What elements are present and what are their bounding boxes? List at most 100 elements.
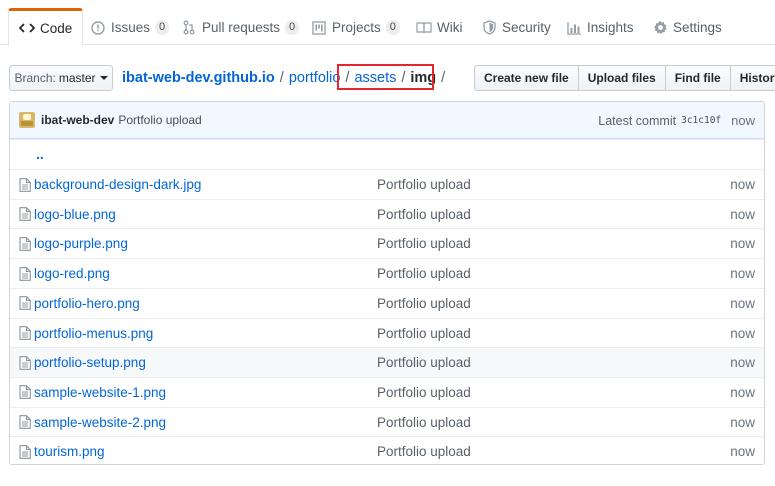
file-age: now bbox=[730, 384, 755, 400]
file-name-link[interactable]: portfolio-setup.png bbox=[34, 355, 146, 370]
breadcrumb: ibat-web-dev.github.io / portfolio / ass… bbox=[122, 68, 450, 88]
graph-icon bbox=[566, 20, 582, 36]
table-row[interactable]: logo-red.png Portfolio upload now bbox=[10, 258, 764, 288]
issue-icon bbox=[90, 20, 106, 36]
table-row[interactable]: sample-website-1.png Portfolio upload no… bbox=[10, 376, 764, 407]
table-row[interactable]: background-design-dark.jpg Portfolio upl… bbox=[10, 169, 764, 199]
table-row[interactable]: portfolio-hero.png Portfolio upload now bbox=[10, 287, 764, 318]
breadcrumb-assets[interactable]: assets bbox=[354, 70, 396, 86]
file-age: now bbox=[730, 355, 755, 371]
file-commit-message[interactable]: Portfolio upload bbox=[377, 266, 471, 281]
table-row[interactable]: portfolio-menus.png Portfolio upload now bbox=[10, 317, 764, 348]
file-icon bbox=[19, 415, 31, 429]
file-commit-message[interactable]: Portfolio upload bbox=[377, 355, 471, 370]
file-name-link[interactable]: portfolio-menus.png bbox=[34, 326, 153, 341]
file-name-link[interactable]: sample-website-1.png bbox=[34, 385, 166, 400]
file-age: now bbox=[730, 414, 755, 430]
repo-tab-bar: Code Issues 0 Pull requests 0 Projects 0… bbox=[0, 0, 775, 46]
file-actions-group: Create new file Upload files Find file H… bbox=[474, 65, 775, 91]
avatar[interactable] bbox=[19, 112, 35, 128]
file-age: now bbox=[730, 444, 755, 460]
file-name-link[interactable]: sample-website-2.png bbox=[34, 415, 166, 430]
parent-directory-link[interactable]: .. bbox=[36, 146, 44, 162]
file-age: now bbox=[730, 206, 755, 222]
file-commit-message[interactable]: Portfolio upload bbox=[377, 177, 471, 192]
tab-issues[interactable]: Issues 0 bbox=[90, 10, 170, 45]
find-file-button[interactable]: Find file bbox=[664, 65, 731, 91]
file-icon bbox=[19, 355, 31, 370]
tab-insights[interactable]: Insights bbox=[566, 10, 634, 45]
breadcrumb-current-directory: img bbox=[410, 70, 437, 86]
file-age: now bbox=[730, 266, 755, 282]
tab-label: Settings bbox=[673, 20, 722, 35]
file-icon bbox=[19, 326, 31, 340]
table-row[interactable]: portfolio-setup.png Portfolio upload now bbox=[10, 347, 764, 378]
file-icon bbox=[19, 296, 31, 311]
tab-label: Projects bbox=[332, 20, 381, 35]
file-icon bbox=[19, 266, 31, 281]
file-name-link[interactable]: logo-red.png bbox=[34, 266, 110, 281]
file-list: ibat-web-dev Portfolio upload Latest com… bbox=[9, 101, 765, 465]
file-name-link[interactable]: background-design-dark.jpg bbox=[34, 177, 201, 192]
tab-security[interactable]: Security bbox=[481, 10, 551, 45]
file-name-link[interactable]: portfolio-hero.png bbox=[34, 296, 140, 311]
commit-message[interactable]: Portfolio upload bbox=[118, 113, 201, 127]
file-icon bbox=[19, 385, 31, 400]
tab-label: Code bbox=[40, 20, 73, 36]
table-row[interactable]: tourism.png Portfolio upload now bbox=[10, 436, 764, 464]
branch-select-button[interactable]: Branch: master bbox=[9, 65, 113, 91]
commit-sha[interactable]: 3c1c10f bbox=[681, 115, 721, 126]
pull-request-icon bbox=[181, 20, 197, 36]
file-name-link[interactable]: logo-purple.png bbox=[34, 236, 128, 251]
breadcrumb-separator: / bbox=[345, 70, 350, 86]
file-icon bbox=[19, 237, 31, 251]
commit-author[interactable]: ibat-web-dev bbox=[41, 113, 114, 127]
branch-name: master bbox=[58, 71, 96, 85]
file-commit-message[interactable]: Portfolio upload bbox=[377, 207, 471, 222]
file-commit-message[interactable]: Portfolio upload bbox=[377, 444, 471, 459]
book-icon bbox=[416, 20, 432, 36]
tab-label: Insights bbox=[587, 20, 634, 35]
tab-settings[interactable]: Settings bbox=[652, 10, 722, 45]
pull-requests-counter: 0 bbox=[285, 20, 300, 35]
history-button[interactable]: History bbox=[729, 65, 775, 91]
file-commit-message[interactable]: Portfolio upload bbox=[377, 326, 471, 341]
file-icon bbox=[19, 177, 31, 192]
table-row-updir[interactable]: .. bbox=[10, 139, 764, 169]
file-commit-message[interactable]: Portfolio upload bbox=[377, 385, 471, 400]
file-age: now bbox=[730, 325, 755, 341]
tab-label: Issues bbox=[111, 20, 151, 35]
table-row[interactable]: sample-website-2.png Portfolio upload no… bbox=[10, 406, 764, 437]
shield-icon bbox=[481, 20, 497, 36]
tab-wiki[interactable]: Wiki bbox=[416, 10, 463, 45]
file-age: now bbox=[730, 295, 755, 311]
tab-pull-requests[interactable]: Pull requests 0 bbox=[181, 10, 300, 45]
tab-projects[interactable]: Projects 0 bbox=[311, 10, 400, 45]
file-commit-message[interactable]: Portfolio upload bbox=[377, 415, 471, 430]
tab-label: Pull requests bbox=[202, 20, 281, 35]
breadcrumb-repo-root[interactable]: ibat-web-dev.github.io bbox=[122, 70, 275, 86]
tab-label: Wiki bbox=[437, 20, 463, 35]
table-row[interactable]: logo-blue.png Portfolio upload now bbox=[10, 198, 764, 229]
file-age: now bbox=[730, 177, 755, 192]
branch-label: Branch: bbox=[14, 71, 56, 85]
commit-meta: Latest commit 3c1c10f now bbox=[598, 102, 755, 139]
create-new-file-button[interactable]: Create new file bbox=[474, 65, 579, 91]
tab-code[interactable]: Code bbox=[8, 8, 84, 46]
file-icon bbox=[19, 444, 31, 459]
issues-counter: 0 bbox=[155, 20, 170, 35]
latest-commit-label: Latest commit bbox=[598, 113, 677, 128]
chevron-down-icon bbox=[99, 76, 108, 80]
file-name-link[interactable]: logo-blue.png bbox=[34, 207, 116, 222]
breadcrumb-portfolio[interactable]: portfolio bbox=[289, 70, 341, 86]
upload-files-button[interactable]: Upload files bbox=[577, 65, 666, 91]
latest-commit-bar: ibat-web-dev Portfolio upload Latest com… bbox=[10, 102, 764, 139]
file-commit-message[interactable]: Portfolio upload bbox=[377, 236, 471, 251]
file-name-link[interactable]: tourism.png bbox=[34, 444, 105, 459]
breadcrumb-separator: / bbox=[279, 70, 284, 86]
file-age: now bbox=[730, 236, 755, 252]
project-icon bbox=[311, 20, 327, 36]
table-row[interactable]: logo-purple.png Portfolio upload now bbox=[10, 228, 764, 258]
file-commit-message[interactable]: Portfolio upload bbox=[377, 296, 471, 311]
file-icon bbox=[19, 207, 31, 222]
